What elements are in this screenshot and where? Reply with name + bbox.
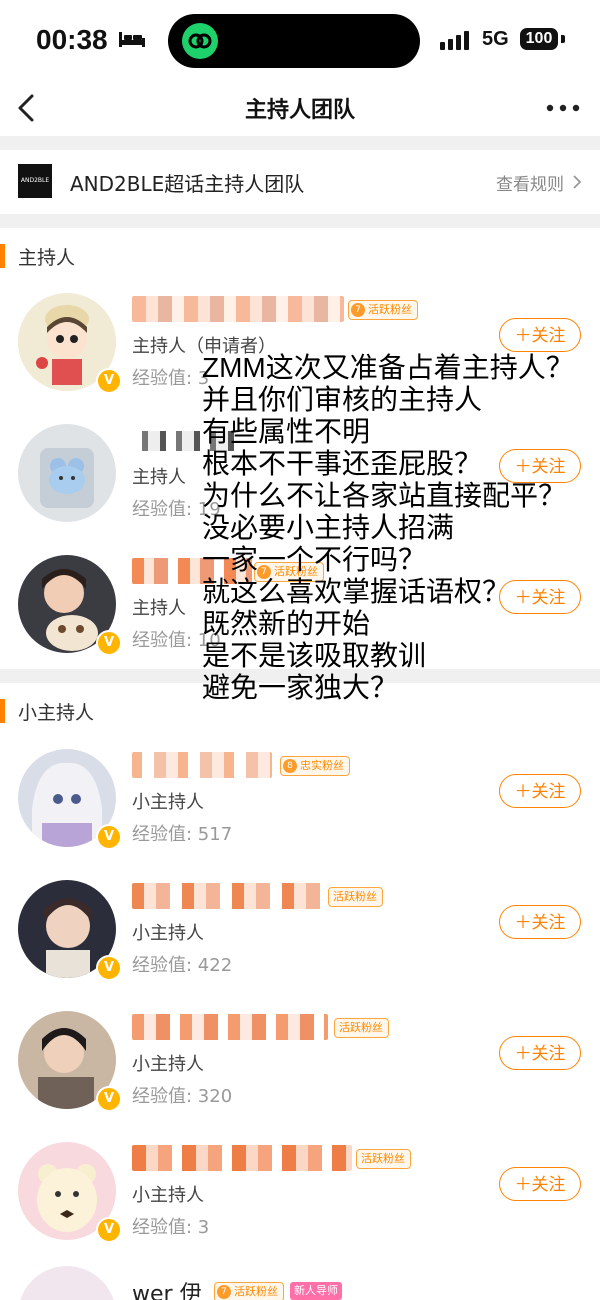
section-accent-bar xyxy=(0,244,5,268)
topic-row[interactable]: AND2BLE AND2BLE超话主持人团队 查看规则 xyxy=(0,150,600,214)
bed-icon xyxy=(119,32,145,47)
member-exp: 经验值: 422 xyxy=(132,955,233,976)
overlay-line: 有些属性不明 xyxy=(202,416,371,447)
view-rules-link[interactable]: 查看规则 xyxy=(496,170,564,195)
username-blurred xyxy=(132,883,328,909)
overlay-line: 并且你们审核的主持人 xyxy=(202,384,483,415)
follow-button[interactable]: ＋关注 xyxy=(499,318,581,352)
overlay-line: 就这么喜欢掌握话语权？ xyxy=(202,576,511,607)
verified-icon: V xyxy=(96,1086,122,1112)
overlay-line: 一家一个不行吗？ xyxy=(202,544,427,575)
username-blurred xyxy=(132,1014,328,1040)
member-role: 主持人 xyxy=(132,598,186,619)
overlay-line: 是不是该吸取教训 xyxy=(202,640,427,671)
signal-icon xyxy=(440,31,469,50)
fan-badge-label: 活跃粉丝 xyxy=(368,303,412,316)
member-row[interactable]: V 7活跃粉丝 小主持人 经验值: 422 ＋关注 xyxy=(0,863,600,995)
fan-badge: 7活跃粉丝 xyxy=(334,1018,389,1038)
fan-level-icon: 7 xyxy=(217,1285,231,1299)
username-blurred xyxy=(132,1145,352,1171)
member-role: 小主持人 xyxy=(132,1185,204,1206)
dynamic-island xyxy=(168,14,420,68)
fan-badge: 7活跃粉丝 xyxy=(348,300,418,320)
more-icon[interactable] xyxy=(546,104,580,112)
verified-icon: V xyxy=(96,368,122,394)
network-label: 5G xyxy=(482,28,509,50)
verified-icon: V xyxy=(96,955,122,981)
member-row[interactable]: V 7活跃粉丝 小主持人 经验值: 320 ＋关注 xyxy=(0,994,600,1126)
member-exp: 经验值: 517 xyxy=(132,824,233,845)
fan-badge-label: 活跃粉丝 xyxy=(339,1021,383,1034)
follow-button[interactable]: ＋关注 xyxy=(499,774,581,808)
fan-level-icon: 8 xyxy=(283,759,297,773)
section-title: 主持人 xyxy=(18,247,76,269)
overlay-line: 避免一家独大？ xyxy=(202,672,399,703)
verified-icon: V xyxy=(96,630,122,656)
member-role: 主持人 xyxy=(132,467,186,488)
avatar[interactable] xyxy=(18,424,116,522)
member-role: 小主持人 xyxy=(132,923,204,944)
member-exp: 经验值: 3 xyxy=(132,368,210,389)
member-exp: 经验值: 320 xyxy=(132,1086,233,1107)
divider xyxy=(0,214,600,228)
battery-tip xyxy=(561,35,565,43)
follow-button[interactable]: ＋关注 xyxy=(499,1036,581,1070)
username-blurred xyxy=(132,296,344,322)
member-exp: 经验值: 3 xyxy=(132,1217,210,1238)
member-row[interactable]: V 7活跃粉丝 小主持人 经验值: 3 ＋关注 xyxy=(0,1125,600,1257)
chevron-right-icon xyxy=(573,175,582,189)
verified-icon: V xyxy=(96,1217,122,1243)
battery-icon: 100 xyxy=(520,28,558,50)
fan-badge-label: 活跃粉丝 xyxy=(234,1285,278,1298)
fan-badge: 7活跃粉丝 xyxy=(214,1282,284,1300)
username-blurred xyxy=(132,752,272,778)
verified-icon: V xyxy=(96,824,122,850)
fan-badge: 7活跃粉丝 xyxy=(356,1149,411,1169)
member-name-fragment: wer 伊 xyxy=(132,1282,202,1300)
follow-button[interactable]: ＋关注 xyxy=(499,905,581,939)
status-bar: 00:38 5G 100 xyxy=(0,0,600,80)
fan-level-icon: 7 xyxy=(351,303,365,317)
member-row[interactable]: V 8 忠实粉丝 小主持人 经验值: 517 ＋关注 xyxy=(0,732,600,864)
overlay-line: 根本不干事还歪屁股？ xyxy=(202,448,483,479)
member-role: 小主持人 xyxy=(132,1054,204,1075)
topic-logo: AND2BLE xyxy=(18,164,52,198)
fan-badge: 7活跃粉丝 xyxy=(328,887,383,907)
fan-badge-label: 活跃粉丝 xyxy=(333,890,377,903)
nav-bar: 主持人团队 xyxy=(0,80,600,136)
page-title: 主持人团队 xyxy=(244,98,355,123)
fan-badge: 8 忠实粉丝 xyxy=(280,756,350,776)
member-row-partial[interactable]: wer 伊 7 活跃粉丝 新人导师 xyxy=(0,1256,600,1300)
overlay-line: 为什么不让各家站直接配平？ xyxy=(202,480,567,511)
overlay-annotation: ZMM这次又准备占着主持人？ 并且你们审核的主持人 有些属性不明 根本不干事还歪… xyxy=(202,352,600,704)
link-app-icon xyxy=(182,23,218,59)
member-role: 小主持人 xyxy=(132,792,204,813)
fan-badge-label: 活跃粉丝 xyxy=(361,1152,405,1165)
overlay-line: 没必要小主持人招满 xyxy=(202,512,455,543)
avatar[interactable] xyxy=(18,1266,116,1300)
status-time: 00:38 xyxy=(36,24,108,55)
section-title: 小主持人 xyxy=(18,702,95,724)
follow-button[interactable]: ＋关注 xyxy=(499,1167,581,1201)
overlay-line: 既然新的开始 xyxy=(202,608,371,639)
section-accent-bar xyxy=(0,699,5,723)
divider xyxy=(0,136,600,150)
topic-name: AND2BLE超话主持人团队 xyxy=(70,172,305,196)
fan-badge-label: 忠实粉丝 xyxy=(300,759,344,772)
overlay-line: ZMM这次又准备占着主持人？ xyxy=(202,352,574,383)
mentor-badge: 新人导师 xyxy=(290,1282,342,1300)
